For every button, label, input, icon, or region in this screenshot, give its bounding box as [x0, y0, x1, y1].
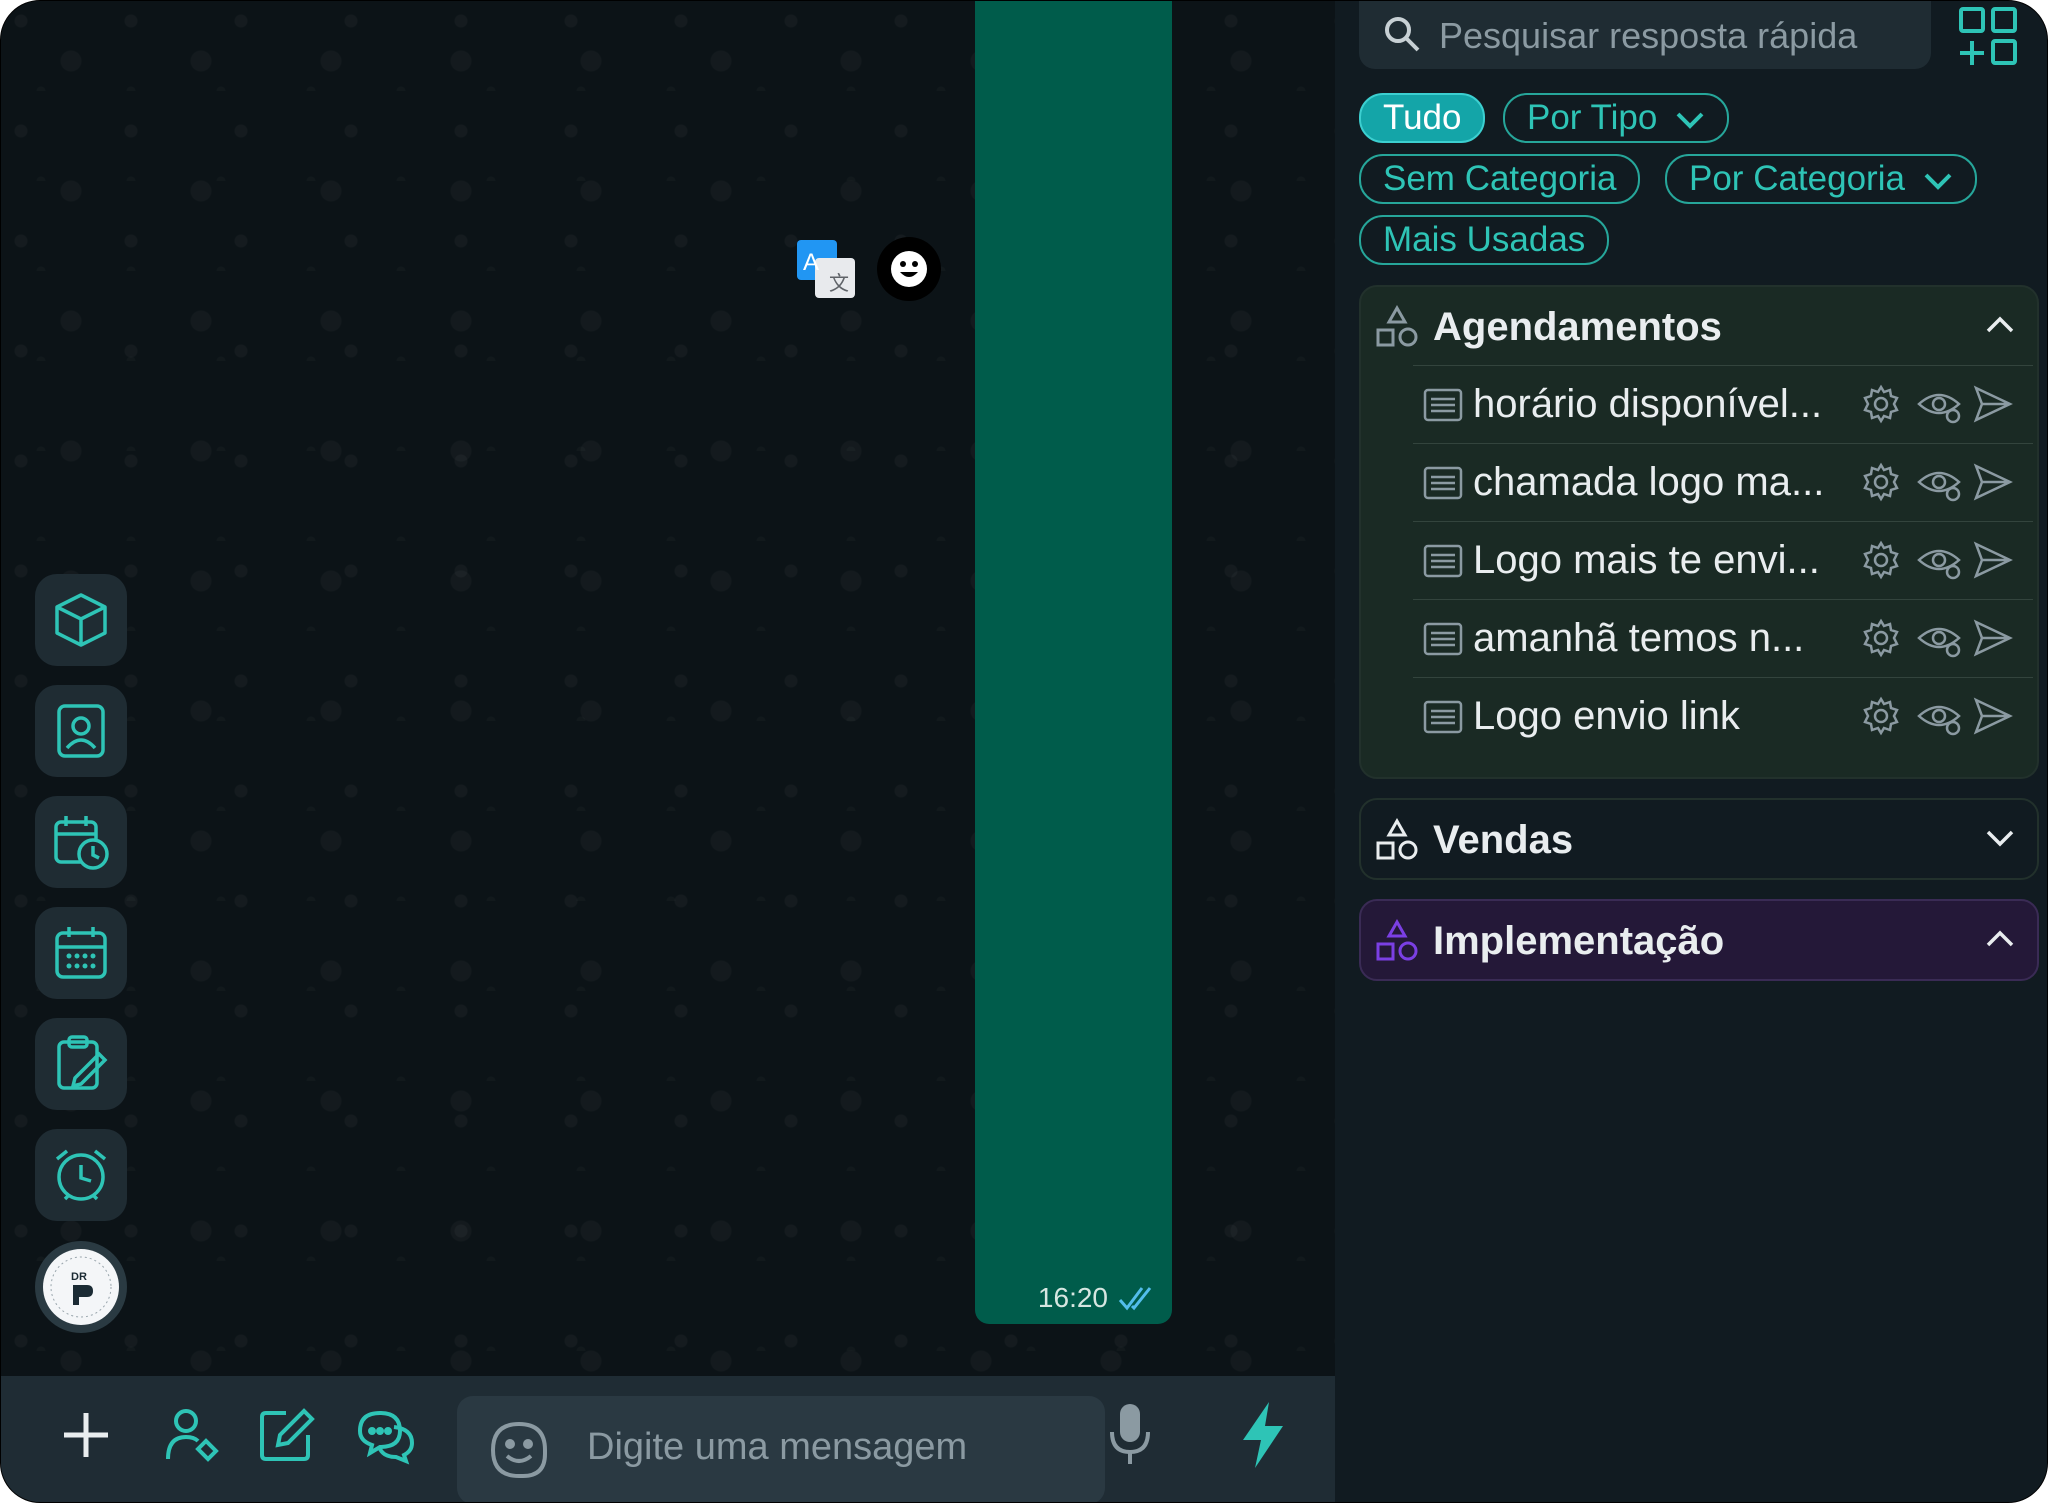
- chevron-up-icon: [1986, 316, 2014, 333]
- filter-most-used[interactable]: Mais Usadas: [1359, 215, 1610, 265]
- clipboard-edit-icon: [57, 1035, 108, 1090]
- shapes-icon: [1376, 818, 1418, 860]
- category-title: Agendamentos: [1433, 305, 1722, 349]
- quick-reply-button[interactable]: [1227, 1400, 1297, 1470]
- search-icon: [1385, 17, 1420, 52]
- text-document-icon: [1423, 622, 1463, 656]
- alarm-clock-icon: [55, 1149, 107, 1201]
- quick-reply-item[interactable]: Logo envio link: [1413, 677, 2033, 756]
- outgoing-message-bubble[interactable]: 16:20: [975, 1, 1172, 1324]
- assign-contact-button[interactable]: [157, 1400, 227, 1470]
- send-icon[interactable]: [1973, 618, 2013, 658]
- category-header[interactable]: Vendas: [1361, 800, 2037, 878]
- app-window: 16:20 A 文 DR Digite uma mensagem Pesquis…: [0, 0, 2048, 1503]
- edit-icon: [260, 1408, 315, 1461]
- send-icon[interactable]: [1973, 384, 2013, 424]
- quick-reply-title: Logo mais te envi...: [1473, 538, 1820, 582]
- chevron-down-icon: [1676, 112, 1704, 129]
- svg-text:A: A: [803, 249, 819, 276]
- svg-text:文: 文: [829, 272, 849, 295]
- user-tag-icon: [166, 1409, 219, 1462]
- shapes-icon: [1376, 305, 1418, 347]
- preview-eye-icon[interactable]: [1917, 696, 1963, 736]
- send-icon[interactable]: [1973, 696, 2013, 736]
- settings-icon[interactable]: [1861, 540, 1901, 580]
- filter-by-type[interactable]: Por Tipo: [1503, 93, 1730, 143]
- quick-reply-item[interactable]: horário disponível...: [1413, 365, 2033, 444]
- chat-bubbles-icon: [357, 1410, 415, 1465]
- category-vendas: Vendas: [1359, 798, 2039, 880]
- quick-reply-item[interactable]: Logo mais te envi...: [1413, 521, 2033, 600]
- schedule-button[interactable]: [35, 796, 127, 888]
- contacts-button[interactable]: [35, 685, 127, 777]
- settings-icon[interactable]: [1861, 384, 1901, 424]
- quick-reply-title: Logo envio link: [1473, 694, 1740, 738]
- preview-eye-icon[interactable]: [1917, 462, 1963, 502]
- emoji-reaction-icon[interactable]: [877, 237, 941, 301]
- chevron-up-icon: [1986, 930, 2014, 947]
- shapes-icon: [1376, 919, 1418, 961]
- filter-all[interactable]: Tudo: [1359, 93, 1486, 143]
- calendar-clock-icon: [54, 816, 109, 870]
- category-agendamentos: Agendamentos horário disponível... chama…: [1359, 285, 2039, 779]
- preview-eye-icon[interactable]: [1917, 540, 1963, 580]
- logo: DR: [43, 1249, 119, 1325]
- chevron-down-icon: [1986, 830, 2014, 847]
- microphone-icon: [1110, 1404, 1150, 1464]
- quick-reply-title: amanhã temos n...: [1473, 616, 1805, 660]
- preview-eye-icon[interactable]: [1917, 384, 1963, 424]
- category-implementacao: Implementação: [1359, 899, 2039, 981]
- reminder-button[interactable]: [35, 1129, 127, 1221]
- tasks-button[interactable]: [35, 1018, 127, 1110]
- settings-icon[interactable]: [1861, 696, 1901, 736]
- search-placeholder: Pesquisar resposta rápida: [1439, 15, 1858, 56]
- filter-by-type-label: Por Tipo: [1527, 98, 1658, 137]
- settings-icon[interactable]: [1861, 462, 1901, 502]
- text-document-icon: [1423, 544, 1463, 578]
- text-document-icon: [1423, 700, 1463, 734]
- cube-icon: [55, 593, 107, 647]
- message-input[interactable]: Digite uma mensagem: [457, 1396, 1105, 1502]
- attach-button[interactable]: [51, 1400, 121, 1470]
- settings-icon[interactable]: [1861, 618, 1901, 658]
- plus-icon: [64, 1413, 108, 1457]
- send-icon[interactable]: [1973, 540, 2013, 580]
- quick-reply-item[interactable]: amanhã temos n...: [1413, 599, 2033, 678]
- add-quick-reply-icon[interactable]: [1957, 5, 2019, 67]
- text-document-icon: [1423, 388, 1463, 422]
- chat-area: 16:20 A 文 DR: [1, 1, 1335, 1376]
- brand-logo-button[interactable]: DR: [35, 1241, 127, 1333]
- quick-reply-title: chamada logo ma...: [1473, 460, 1825, 504]
- compose-button[interactable]: [251, 1400, 321, 1470]
- calendar-icon: [55, 927, 107, 979]
- lightning-icon: [1243, 1402, 1283, 1468]
- category-title: Implementação: [1433, 919, 1725, 963]
- calendar-button[interactable]: [35, 907, 127, 999]
- sticker-icon[interactable]: [489, 1420, 549, 1480]
- chat-templates-button[interactable]: [351, 1400, 421, 1470]
- filter-by-category-label: Por Categoria: [1689, 159, 1905, 198]
- quick-replies-panel: Pesquisar resposta rápida Tudo Por Tipo …: [1335, 1, 2047, 1502]
- contact-card-icon: [57, 704, 105, 758]
- voice-record-button[interactable]: [1095, 1400, 1165, 1470]
- chevron-down-icon: [1924, 173, 1952, 190]
- category-title: Vendas: [1433, 818, 1574, 862]
- quick-reply-title: horário disponível...: [1473, 382, 1823, 426]
- translate-icon[interactable]: A 文: [794, 237, 858, 301]
- message-placeholder: Digite uma mensagem: [587, 1426, 968, 1468]
- send-icon[interactable]: [1973, 462, 2013, 502]
- message-composer-bar: Digite uma mensagem: [1, 1376, 1335, 1502]
- category-header[interactable]: Implementação: [1361, 901, 2037, 979]
- category-header[interactable]: Agendamentos: [1361, 287, 2037, 365]
- text-document-icon: [1423, 466, 1463, 500]
- message-time: 16:20: [1037, 1282, 1108, 1313]
- filter-by-category[interactable]: Por Categoria: [1665, 154, 1977, 204]
- quick-reply-item[interactable]: chamada logo ma...: [1413, 443, 2033, 522]
- quick-reply-search[interactable]: Pesquisar resposta rápida: [1359, 1, 1931, 69]
- double-check-icon: [1118, 1287, 1152, 1311]
- svg-text:DR: DR: [71, 1271, 87, 1283]
- cube-button[interactable]: [35, 574, 127, 666]
- preview-eye-icon[interactable]: [1917, 618, 1963, 658]
- filter-no-category[interactable]: Sem Categoria: [1359, 154, 1641, 204]
